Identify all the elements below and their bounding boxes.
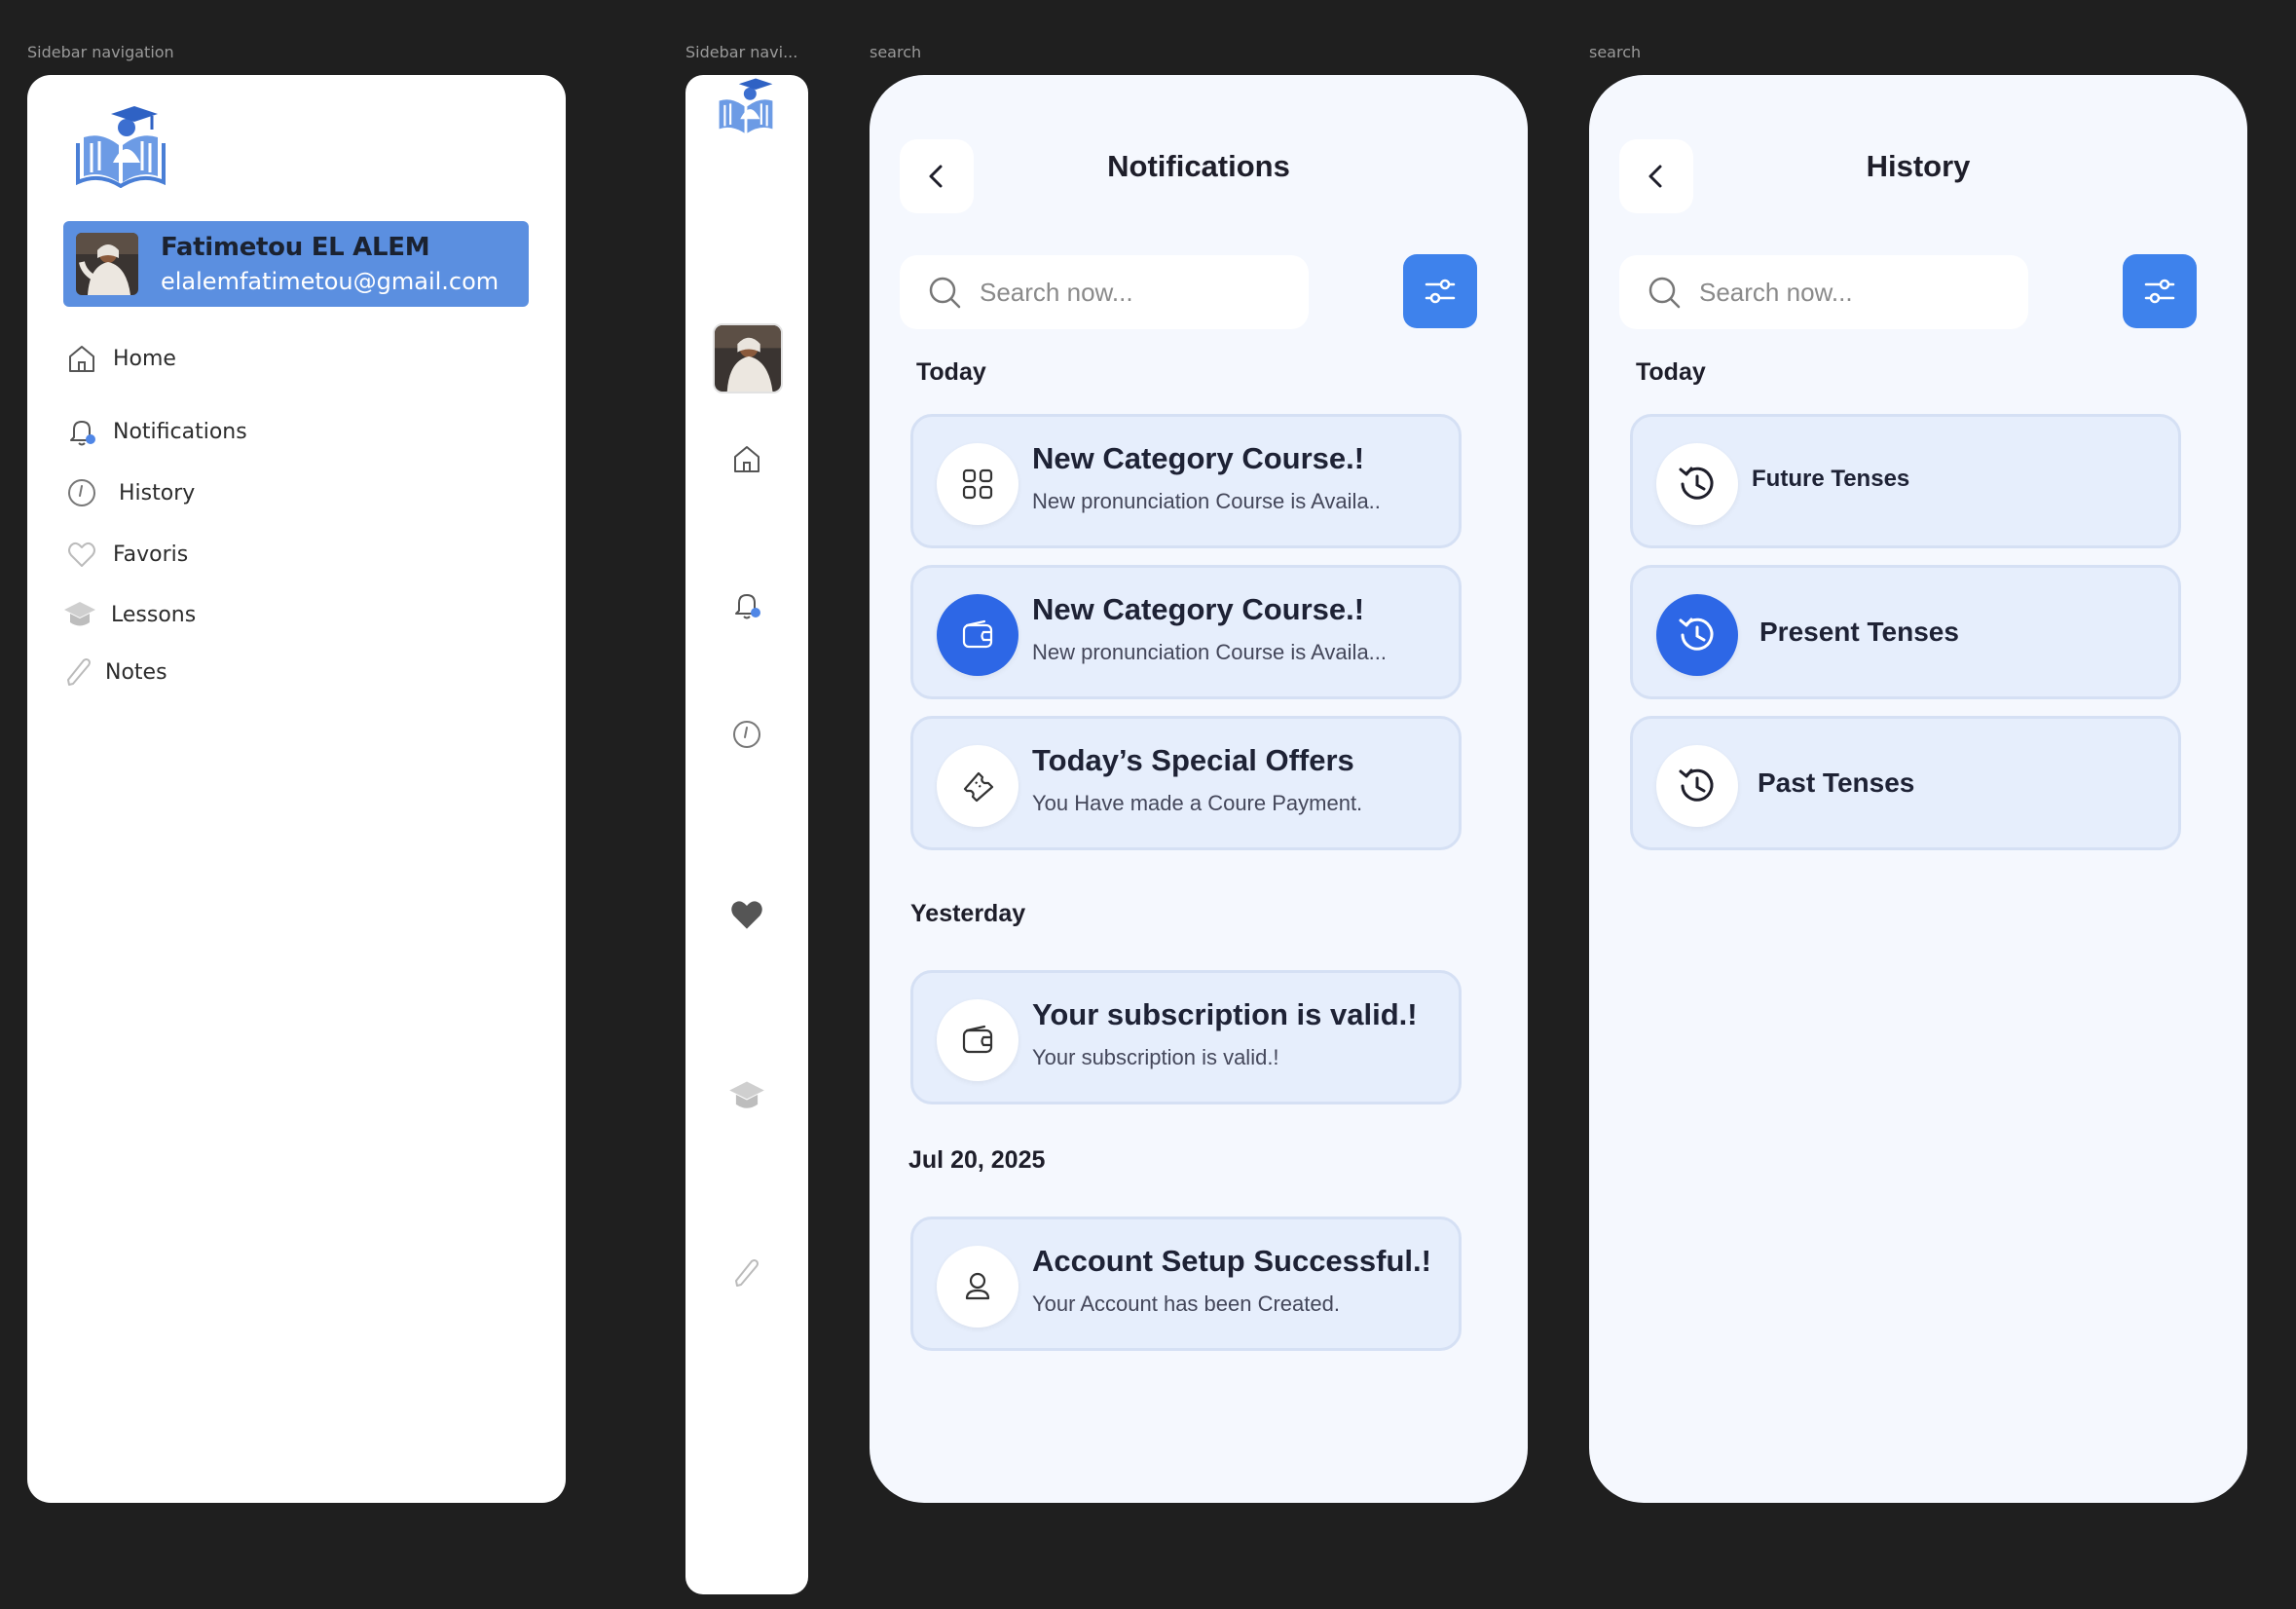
frame-label-history: search [1589,43,1642,61]
filter-button[interactable] [2123,254,2197,328]
pencil-icon [64,656,93,688]
notification-card[interactable]: Your subscription is valid.! Your subscr… [910,970,1462,1104]
notification-card[interactable]: New Category Course.! New pronunciation … [910,565,1462,699]
graduation-cap-icon [62,599,97,630]
clock-icon[interactable] [731,719,762,750]
grid-icon [937,443,1018,525]
sidebar-item-label: Notifications [113,419,247,444]
section-heading: Jul 20, 2025 [908,1146,1046,1174]
frame-label-sidebar: Sidebar navigation [27,43,174,61]
sliders-icon [2142,274,2177,309]
app-logo [709,77,783,137]
sidebar-item-history[interactable]: History [66,477,195,508]
notification-card[interactable]: Account Setup Successful.! Your Account … [910,1216,1462,1351]
page-title: History [1866,149,1971,183]
frame-label-rail: Sidebar navi... [685,43,798,61]
user-icon [937,1246,1018,1328]
notification-title: New Category Course.! [1032,592,1365,626]
notification-subtitle: You Have made a Coure Payment. [1032,791,1363,815]
sidebar-item-lessons[interactable]: Lessons [62,599,196,630]
bell-icon[interactable] [731,589,762,620]
section-heading: Yesterday [910,900,1026,927]
pencil-icon[interactable] [732,1257,761,1289]
notification-subtitle: New pronunciation Course is Availa... [1032,640,1388,664]
sidebar-item-label: Favoris [113,542,189,567]
frame-label-notifications: search [870,43,922,61]
history-card[interactable]: Present Tenses [1630,565,2181,699]
search-placeholder: Search now... [980,277,1133,307]
notification-subtitle: Your subscription is valid.! [1032,1045,1279,1069]
sidebar-item-home[interactable]: Home [66,343,176,374]
profile-email: elalemfatimetou@gmail.com [161,268,500,295]
history-icon [1656,745,1738,827]
notification-title: Account Setup Successful.! [1032,1244,1431,1278]
profile-card[interactable]: Fatimetou EL ALEM elalemfatimetou@gmail.… [63,221,529,307]
sidebar-item-notes[interactable]: Notes [64,656,167,688]
profile-name: Fatimetou EL ALEM [161,233,430,262]
bell-icon [66,416,97,447]
sidebar-expanded: Fatimetou EL ALEM elalemfatimetou@gmail.… [27,75,566,1503]
heart-icon[interactable] [728,897,765,932]
history-icon [1656,594,1738,676]
avatar[interactable] [713,323,783,393]
wallet-icon [937,999,1018,1081]
notification-title: Your subscription is valid.! [1032,997,1418,1031]
sidebar-item-label: History [119,480,196,505]
history-item-title: Present Tenses [1759,617,1959,647]
history-icon [1656,443,1738,525]
search-icon [1647,275,1682,310]
ticket-icon [937,745,1018,827]
sidebar-item-favoris[interactable]: Favoris [66,539,188,570]
filter-button[interactable] [1403,254,1477,328]
notifications-screen: Notifications Search now... Today New Ca… [870,75,1528,1503]
avatar [76,233,138,295]
history-item-title: Future Tenses [1752,466,1910,492]
sidebar-item-label: Lessons [111,602,197,627]
sliders-icon [1423,274,1458,309]
heart-icon [66,539,97,570]
section-heading: Today [916,358,986,386]
sidebar-item-notifications[interactable]: Notifications [66,416,247,447]
sidebar-collapsed [685,75,808,1594]
search-input[interactable]: Search now... [900,255,1309,329]
history-card[interactable]: Future Tenses [1630,414,2181,548]
notification-subtitle: Your Account has been Created. [1032,1291,1340,1316]
home-icon [66,343,97,374]
history-item-title: Past Tenses [1758,767,1915,798]
sidebar-item-label: Home [113,346,176,371]
clock-icon [66,477,97,508]
search-icon [927,275,962,310]
notification-card[interactable]: Today’s Special Offers You Have made a C… [910,716,1462,850]
sidebar-item-label: Notes [105,659,167,685]
search-input[interactable]: Search now... [1619,255,2028,329]
page-title: Notifications [1107,149,1290,183]
notification-card[interactable]: New Category Course.! New pronunciation … [910,414,1462,548]
notification-title: Today’s Special Offers [1032,743,1354,777]
notification-title: New Category Course.! [1032,441,1365,475]
history-screen: History Search now... Today Future Tense… [1589,75,2247,1503]
home-icon[interactable] [731,443,762,474]
history-card[interactable]: Past Tenses [1630,716,2181,850]
app-logo [70,104,171,188]
search-placeholder: Search now... [1699,277,1853,307]
wallet-icon [937,594,1018,676]
notification-subtitle: New pronunciation Course is Availa.. [1032,489,1381,513]
section-heading: Today [1636,358,1706,386]
graduation-cap-icon[interactable] [727,1078,766,1113]
